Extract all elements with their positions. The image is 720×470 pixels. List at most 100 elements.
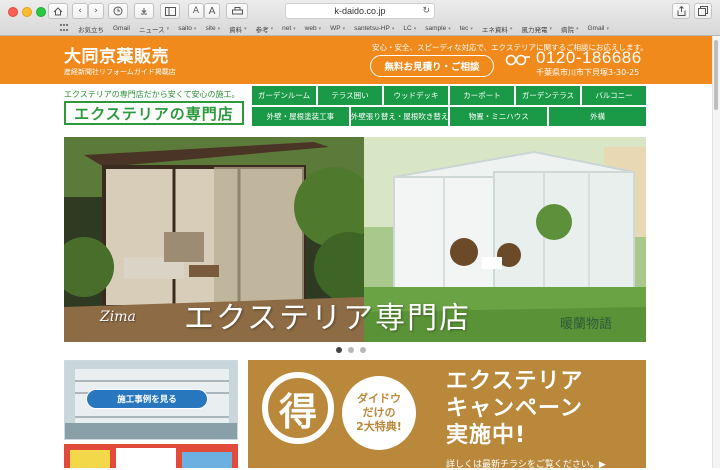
slider-dot-1[interactable]	[336, 347, 342, 353]
chevron-down-icon: ▾	[391, 25, 395, 32]
chevron-down-icon: ▾	[448, 25, 451, 32]
flyer-thumbnail[interactable]	[64, 444, 238, 468]
bookmark-label: LC	[403, 25, 412, 32]
daido-line-2: だけの	[362, 406, 396, 419]
history-button[interactable]	[108, 3, 128, 19]
brand-name: エクステリアの専門店	[74, 104, 234, 123]
bookmark-item[interactable]: sample ▾	[425, 25, 450, 32]
chevron-down-icon: ▾	[318, 25, 322, 32]
slider-dots	[336, 347, 366, 353]
bookmark-item[interactable]: 資料 ▾	[229, 24, 247, 34]
phone-number[interactable]: 0120-186686	[536, 48, 642, 68]
bookmark-item[interactable]: 病院 ▾	[561, 24, 579, 34]
chevron-down-icon: ▾	[342, 25, 346, 32]
font-smaller-button[interactable]: A	[188, 3, 204, 19]
bookmark-item[interactable]: お気立ち	[78, 24, 104, 34]
share-icon	[677, 6, 685, 16]
bookmark-label: santetsu-HP	[354, 25, 390, 32]
tabs-icon	[698, 6, 708, 16]
hero-slider[interactable]: エクステリア専門店 Zima 暖蘭物語	[64, 137, 646, 342]
view-case-studies-button[interactable]: 施工事例を見る	[86, 389, 208, 409]
chevron-left-icon: ‹	[78, 6, 82, 16]
nav-item-garden-room[interactable]: ガーデンルーム	[252, 86, 316, 105]
print-button[interactable]	[226, 3, 248, 19]
bookmark-item[interactable]: ニュース ▾	[139, 24, 169, 34]
nav-item-terrace-enclosure[interactable]: テラス囲い	[318, 86, 382, 105]
bookmark-item[interactable]: net ▾	[282, 25, 296, 32]
bookmark-item[interactable]: エネ資料 ▾	[482, 24, 513, 34]
zoom-window-icon[interactable]	[36, 7, 46, 17]
browser-toolbar: ‹ › A A k-daido.co.jp ↻ お気立ち Gmail ニュース ▾ sa…	[0, 0, 720, 36]
font-larger-button[interactable]: A	[204, 3, 220, 19]
reload-icon[interactable]: ↻	[422, 5, 430, 16]
home-icon	[53, 6, 63, 15]
chevron-down-icon: ▾	[470, 25, 473, 32]
close-window-icon[interactable]	[8, 7, 18, 17]
bookmark-item[interactable]: LC ▾	[403, 25, 416, 32]
chevron-right-icon: ›	[94, 6, 98, 16]
sidebar-icon	[164, 6, 176, 16]
campaign-footnote[interactable]: 詳しくは最新チラシをご覧ください。▶	[446, 457, 606, 470]
tabs-overview-button[interactable]	[694, 3, 712, 19]
chevron-down-icon: ▾	[166, 25, 170, 32]
address-text: 千葉県市川市下貝塚3-30-25	[536, 68, 640, 77]
bookmark-label: web	[304, 25, 317, 32]
share-button[interactable]	[672, 3, 690, 19]
daido-line-3: 2大特典!	[356, 420, 402, 433]
slider-dot-3[interactable]	[360, 347, 366, 353]
share-menu-button[interactable]	[134, 3, 154, 19]
nav-item-wall-roof-paint[interactable]: 外壁・屋根塗装工事	[252, 107, 349, 126]
bookmark-label: tec	[459, 25, 469, 32]
nav-item-wood-deck[interactable]: ウッドデッキ	[384, 86, 448, 105]
bookmark-item[interactable]: Gmail ▾	[587, 25, 609, 32]
brand-logo[interactable]: エクステリアの専門店	[64, 101, 244, 125]
nav-item-wall-roof-replace[interactable]: 外壁張り替え・屋根吹き替え	[350, 107, 449, 126]
bookmark-label: Gmail	[113, 25, 130, 32]
chevron-down-icon: ▾	[244, 25, 247, 32]
nav-item-garden-terrace[interactable]: ガーデンテラス	[516, 86, 580, 105]
campaign-title-line-3: 実施中!	[446, 423, 527, 448]
campaign-title-line-1: エクステリア	[446, 369, 584, 394]
bookmark-label: エネ資料	[481, 26, 508, 34]
nav-item-balcony[interactable]: バルコニー	[582, 86, 646, 105]
sidebar-button[interactable]	[160, 3, 180, 19]
free-dial-icon	[505, 54, 530, 66]
scrollbar-thumb[interactable]	[714, 40, 718, 110]
bookmark-label: 病院	[560, 26, 574, 34]
bookmark-label: saito	[178, 25, 192, 32]
brand-tagline: エクステリアの専門店だから安くて安心の施工。	[64, 90, 240, 99]
chevron-down-icon: ▾	[575, 25, 579, 32]
chevron-down-icon: ▾	[193, 25, 197, 32]
flyer-image	[64, 444, 238, 468]
nav-item-exterior[interactable]: 外構	[549, 107, 646, 126]
bookmark-item[interactable]: tec ▾	[460, 25, 473, 32]
toku-badge: 得	[262, 372, 334, 444]
back-button[interactable]: ‹	[72, 3, 88, 19]
bookmark-item[interactable]: santetsu-HP ▾	[354, 25, 394, 32]
bookmarks-bar: お気立ち Gmail ニュース ▾ saito ▾ site ▾ 資料 ▾ 参考 ▾ net ▾ web ▾ W…	[0, 22, 720, 35]
minimize-window-icon[interactable]	[22, 7, 32, 17]
bookmark-label: 風力発電	[521, 26, 548, 34]
bookmark-item[interactable]: 参考 ▾	[256, 24, 274, 34]
bookmark-label: ニュース	[138, 26, 165, 34]
campaign-title-line-2: キャンペーン	[446, 396, 583, 421]
hero-title: エクステリア専門店	[184, 301, 472, 336]
nav-item-storage-minihouse[interactable]: 物置・ミニハウス	[450, 107, 548, 126]
bookmark-item[interactable]: WP ▾	[330, 25, 345, 32]
url-text: k-daido.co.jp	[334, 6, 386, 16]
nav-item-carport[interactable]: カーポート	[450, 86, 514, 105]
bookmark-label: sample	[425, 25, 447, 32]
bookmark-item[interactable]: Gmail	[113, 25, 130, 32]
bookmark-item[interactable]: saito ▾	[178, 25, 196, 32]
home-button[interactable]	[48, 3, 68, 19]
slider-dot-2[interactable]	[348, 347, 354, 353]
free-estimate-button[interactable]: 無料お見積り・ご相談	[370, 55, 494, 77]
bookmark-item[interactable]: web ▾	[305, 25, 321, 32]
chevron-down-icon: ▾	[549, 25, 552, 32]
address-bar[interactable]: k-daido.co.jp ↻	[285, 3, 435, 19]
bookmark-item[interactable]: 風力発電 ▾	[521, 24, 552, 34]
site-logo-title[interactable]: 大同京葉販売	[64, 42, 169, 67]
forward-button[interactable]: ›	[88, 3, 104, 19]
bookmark-item[interactable]: site ▾	[205, 25, 220, 32]
chevron-down-icon: ▾	[293, 25, 296, 32]
